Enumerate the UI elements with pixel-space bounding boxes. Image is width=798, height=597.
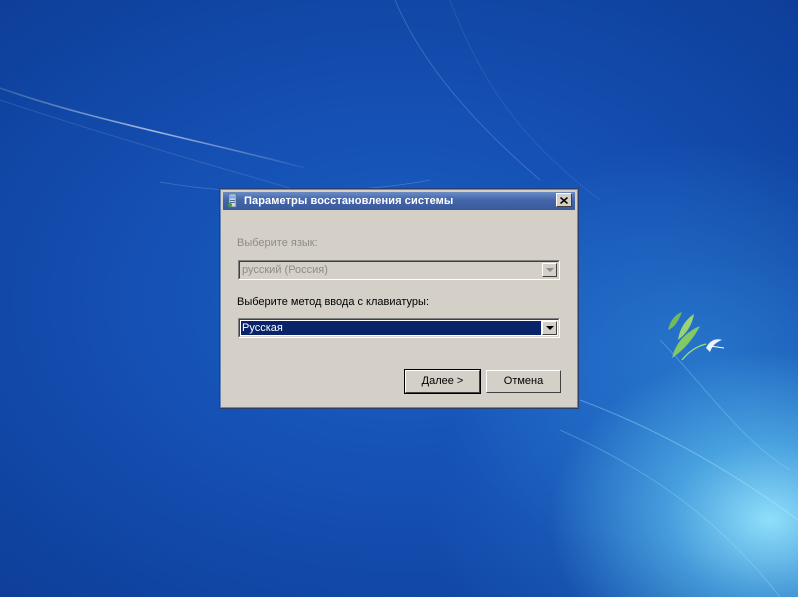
language-select[interactable]: русский (Россия) xyxy=(238,260,560,280)
cancel-button-label: Отмена xyxy=(503,375,544,387)
leaf-logo-icon xyxy=(668,312,707,361)
bird-icon xyxy=(706,339,725,352)
keyboard-select[interactable]: Русская xyxy=(238,318,560,338)
language-select-dropdown-button[interactable] xyxy=(542,263,557,277)
keyboard-label: Выберите метод ввода с клавиатуры: xyxy=(237,296,430,308)
keyboard-select-dropdown-button[interactable] xyxy=(542,321,557,335)
close-button[interactable] xyxy=(556,193,572,207)
language-select-value: русский (Россия) xyxy=(242,264,328,276)
desktop-background: Параметры восстановления системы Выберит… xyxy=(0,0,798,597)
dialog-titlebar[interactable]: Параметры восстановления системы xyxy=(223,192,575,210)
system-recovery-icon xyxy=(227,193,239,208)
dialog-title: Параметры восстановления системы xyxy=(244,195,454,207)
chevron-down-icon xyxy=(546,326,554,330)
next-button-label: Далее > xyxy=(421,375,464,387)
keyboard-select-value: Русская xyxy=(241,321,541,335)
language-label: Выберите язык: xyxy=(237,237,318,249)
cancel-button[interactable]: Отмена xyxy=(486,370,561,393)
system-recovery-dialog: Параметры восстановления системы Выберит… xyxy=(220,189,578,408)
chevron-down-icon xyxy=(546,268,554,272)
close-icon xyxy=(560,196,568,204)
next-button[interactable]: Далее > xyxy=(405,370,480,393)
